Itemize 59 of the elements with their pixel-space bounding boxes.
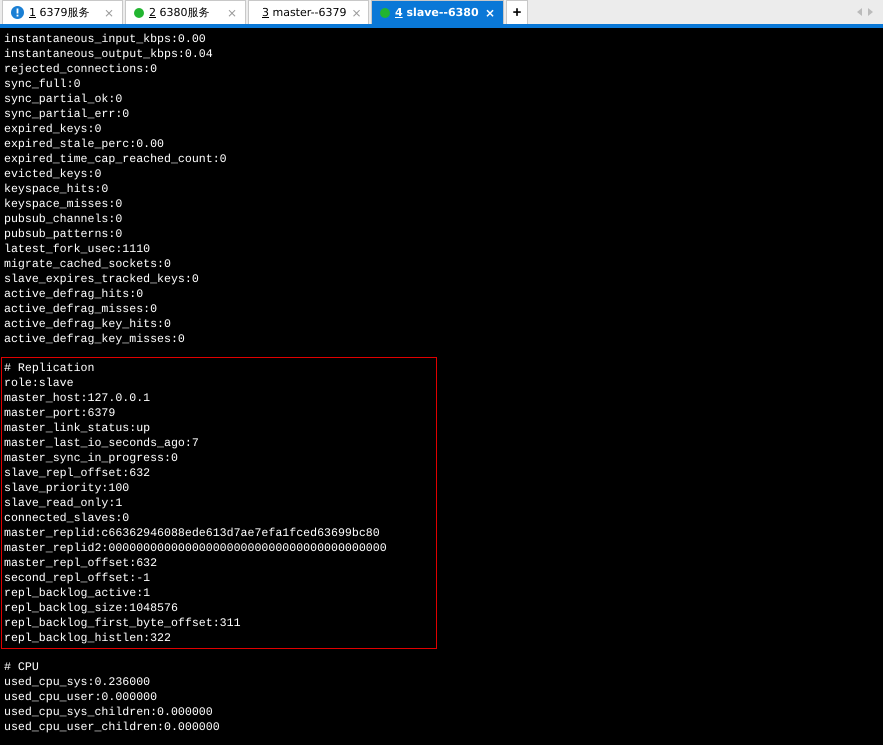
terminal-line: repl_backlog_histlen:322 [4,631,172,646]
close-icon[interactable]: × [352,6,362,20]
terminal-line: used_cpu_sys_children:0.000000 [4,705,214,720]
close-icon[interactable]: × [226,6,237,20]
terminal-line: instantaneous_output_kbps:0.04 [4,47,214,62]
terminal-line: used_cpu_user:0.000000 [4,690,158,705]
warning-icon [11,6,24,19]
terminal-line: master_repl_offset:632 [4,556,158,571]
terminal-line: master_last_io_seconds_ago:7 [4,436,200,451]
tab[interactable]: 4 slave--6380 × [371,0,504,24]
terminal-line: slave_read_only:1 [4,496,124,511]
terminal-line: master_port:6379 [4,406,116,421]
terminal-line: repl_backlog_size:1048576 [4,601,179,616]
terminal-line: sync_partial_err:0 [4,107,130,122]
terminal-line: master_replid2:0000000000000000000000000000000000000000 [4,541,388,556]
terminal-line: slave_repl_offset:632 [4,466,152,481]
close-icon[interactable]: × [104,6,114,20]
terminal-line: expired_stale_perc:0.00 [4,137,166,152]
scroll-right-icon[interactable] [868,8,873,16]
terminal-line: # Replication [4,361,96,376]
terminal-line: pubsub_channels:0 [4,212,124,227]
terminal-line: master_replid:c66362946088ede613d7ae7efa1fced63699bc80 [4,526,381,541]
terminal-line: keyspace_misses:0 [4,197,124,212]
terminal-line: master_host:127.0.0.1 [4,391,152,406]
terminal-line: role:slave [4,376,75,391]
terminal-line: # CPU [4,660,40,675]
terminal-line: second_repl_offset:-1 [4,571,152,586]
terminal-line: active_defrag_misses:0 [4,302,158,317]
tab[interactable]: 3 master--6379 × [248,0,369,24]
terminal-line: rejected_connections:0 [4,62,158,77]
close-icon[interactable]: × [484,6,495,20]
terminal-line: pubsub_patterns:0 [4,227,124,242]
terminal-line: slave_priority:100 [4,481,130,496]
terminal-line: instantaneous_input_kbps:0.00 [4,32,207,47]
terminal-line: slave_expires_tracked_keys:0 [4,272,200,287]
terminal-line: used_cpu_sys:0.236000 [4,675,152,690]
terminal-line: keyspace_hits:0 [4,182,110,197]
terminal-line: repl_backlog_active:1 [4,586,152,601]
terminal-line: connected_slaves:0 [4,511,130,526]
terminal-line: sync_partial_ok:0 [4,92,124,107]
terminal-line: active_defrag_hits:0 [4,287,144,302]
terminal-line: active_defrag_key_misses:0 [4,332,186,347]
terminal-line: expired_keys:0 [4,122,102,137]
tab[interactable]: 1 6379服务 × [2,0,123,24]
terminal-line: expired_time_cap_reached_count:0 [4,152,228,167]
status-dot [380,8,390,18]
tab[interactable]: 2 6380服务 × [125,0,246,24]
status-dot [134,8,144,18]
terminal-line: evicted_keys:0 [4,167,102,182]
terminal-line: used_cpu_user_children:0.000000 [4,720,221,735]
terminal-line: latest_fork_usec:1110 [4,242,152,257]
scroll-left-icon[interactable] [857,8,862,16]
terminal-line: active_defrag_key_hits:0 [4,317,172,332]
new-tab-button[interactable]: + [506,0,528,24]
terminal-line: master_link_status:up [4,421,152,436]
terminal-line: sync_full:0 [4,77,82,92]
terminal-line: master_sync_in_progress:0 [4,451,179,466]
terminal-line: repl_backlog_first_byte_offset:311 [4,616,242,631]
terminal-line: migrate_cached_sockets:0 [4,257,172,272]
